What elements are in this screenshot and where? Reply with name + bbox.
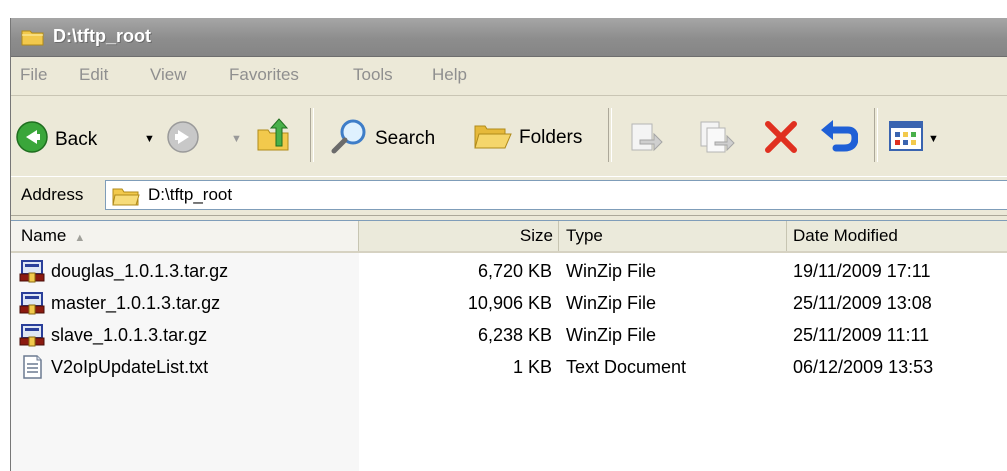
views-button[interactable] — [889, 120, 923, 157]
winzip-icon — [19, 259, 45, 283]
menu-help[interactable]: Help — [432, 65, 467, 85]
search-button[interactable]: Search — [331, 118, 435, 159]
menu-favorites[interactable]: Favorites — [229, 65, 299, 85]
file-size: 10,906 KB — [467, 293, 552, 313]
file-row[interactable]: douglas_1.0.1.3.tar.gz 6,720 KB WinZip F… — [11, 255, 1007, 287]
column-header-size[interactable]: Size — [359, 221, 559, 251]
explorer-window: D:\tftp_root File Edit View Favorites To… — [10, 18, 1007, 471]
folders-icon — [473, 118, 513, 157]
search-icon — [331, 118, 369, 159]
file-date: 19/11/2009 17:11 — [793, 261, 931, 281]
text-document-icon — [19, 355, 45, 379]
file-row[interactable]: slave_1.0.1.3.tar.gz 6,238 KB WinZip Fil… — [11, 319, 1007, 351]
file-type: WinZip File — [566, 261, 657, 281]
folder-icon — [21, 27, 45, 52]
file-date: 06/12/2009 13:53 — [793, 357, 934, 377]
toolbar-separator — [608, 108, 612, 162]
menu-tools[interactable]: Tools — [353, 65, 393, 85]
search-label: Search — [375, 127, 436, 149]
forward-button[interactable] — [166, 120, 200, 159]
toolbar-separator — [310, 108, 314, 162]
file-type: Text Document — [566, 357, 687, 377]
forward-arrow-icon — [166, 120, 200, 159]
menu-file[interactable]: File — [20, 65, 47, 85]
file-name: slave_1.0.1.3.tar.gz — [51, 325, 208, 345]
title-bar[interactable]: D:\tftp_root — [11, 18, 1007, 57]
column-header: Name ▲ Size Type Date Modified — [11, 221, 1007, 253]
delete-x-icon — [763, 120, 799, 159]
window-title: D:\tftp_root — [53, 26, 151, 46]
file-row[interactable]: V2oIpUpdateList.txt 1 KB Text Document 0… — [11, 351, 1007, 383]
file-name: master_1.0.1.3.tar.gz — [51, 293, 221, 313]
undo-icon — [818, 118, 859, 159]
copy-to-button[interactable] — [697, 120, 735, 159]
move-to-icon — [626, 120, 664, 159]
folders-button[interactable]: Folders — [473, 118, 582, 157]
file-type: WinZip File — [566, 293, 657, 313]
delete-button[interactable] — [763, 120, 799, 159]
column-header-date[interactable]: Date Modified — [787, 221, 1007, 251]
file-type: WinZip File — [566, 325, 657, 345]
folders-label: Folders — [519, 126, 583, 148]
forward-dropdown-icon[interactable]: ▼ — [231, 133, 242, 145]
up-folder-button[interactable] — [256, 116, 292, 159]
file-row[interactable]: master_1.0.1.3.tar.gz 10,906 KB WinZip F… — [11, 287, 1007, 319]
menu-edit[interactable]: Edit — [79, 65, 108, 85]
menu-bar: File Edit View Favorites Tools Help — [11, 57, 1007, 96]
address-bar: Address D:\tftp_root — [11, 176, 1007, 216]
file-name: V2oIpUpdateList.txt — [51, 357, 209, 377]
column-header-type[interactable]: Type — [559, 221, 787, 251]
up-folder-icon — [256, 116, 292, 159]
back-button[interactable]: Back — [15, 120, 97, 159]
move-to-button[interactable] — [626, 120, 664, 159]
views-dropdown-icon[interactable]: ▼ — [928, 133, 939, 145]
toolbar: Back ▼ ▼ Search Folders ▼ — [11, 96, 1007, 183]
address-input[interactable]: D:\tftp_root — [105, 180, 1007, 210]
sort-ascending-icon: ▲ — [74, 232, 86, 244]
address-label: Address — [21, 185, 84, 204]
winzip-icon — [19, 291, 45, 315]
column-header-name[interactable]: Name ▲ — [11, 221, 359, 251]
file-date: 25/11/2009 11:11 — [793, 325, 930, 345]
file-size: 1 KB — [512, 357, 552, 377]
back-dropdown-icon[interactable]: ▼ — [144, 133, 155, 145]
folder-icon — [112, 185, 140, 212]
file-size: 6,238 KB — [477, 325, 552, 345]
back-arrow-icon — [15, 120, 49, 159]
file-date: 25/11/2009 13:08 — [793, 293, 932, 313]
winzip-icon — [19, 323, 45, 347]
undo-button[interactable] — [818, 118, 859, 159]
address-value: D:\tftp_root — [148, 185, 233, 204]
toolbar-separator — [874, 108, 878, 162]
file-list: Name ▲ Size Type Date Modified douglas_1.… — [11, 220, 1007, 471]
file-size: 6,720 KB — [477, 261, 552, 281]
views-grid-icon — [889, 120, 923, 157]
file-name: douglas_1.0.1.3.tar.gz — [51, 261, 229, 281]
column-name-label: Name — [21, 226, 67, 245]
back-label: Back — [55, 128, 98, 150]
copy-to-icon — [697, 120, 735, 159]
menu-view[interactable]: View — [150, 65, 187, 85]
